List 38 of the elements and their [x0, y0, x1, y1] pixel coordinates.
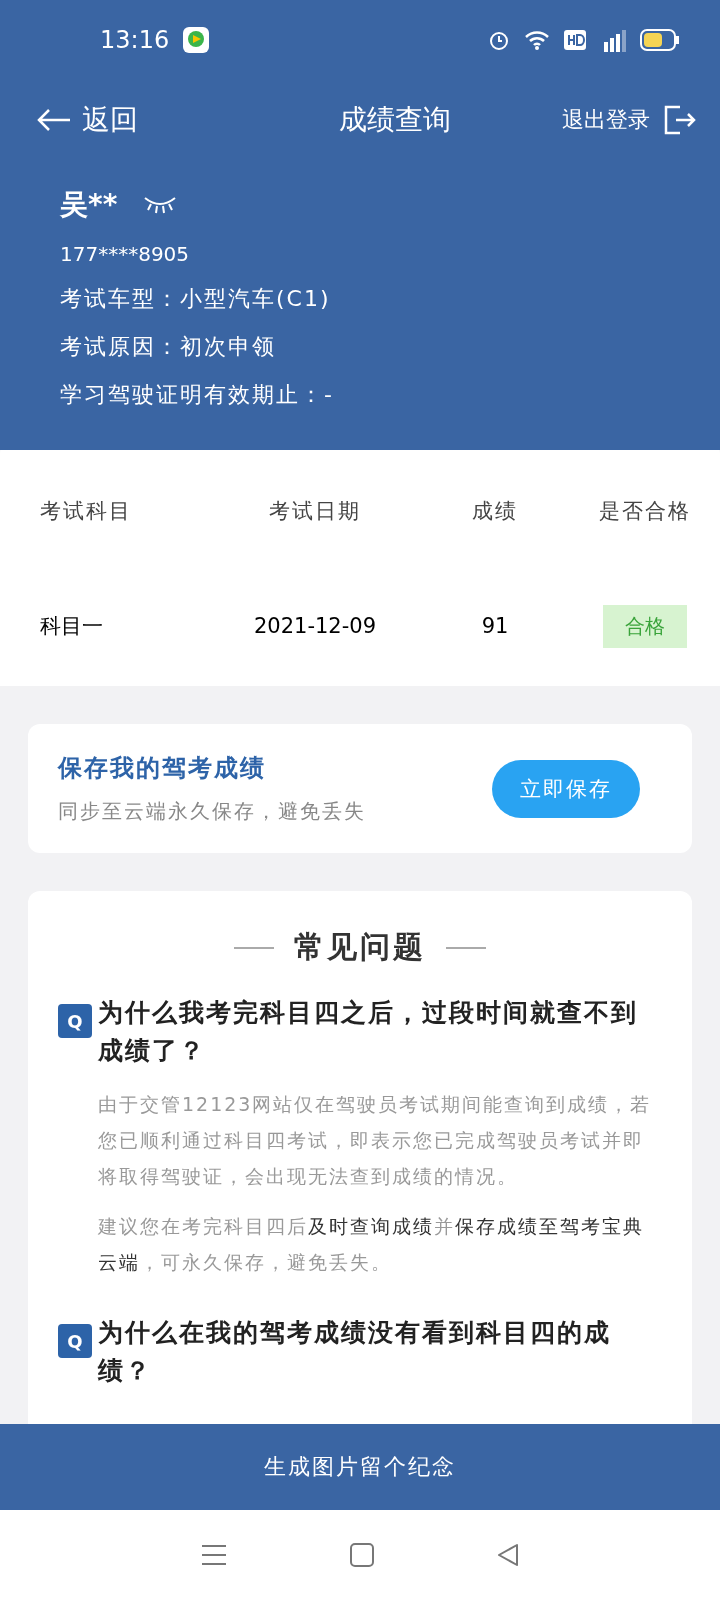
- hd-icon: [564, 30, 586, 50]
- save-title: 保存我的驾考成绩: [58, 753, 267, 784]
- menu-icon[interactable]: [201, 1544, 228, 1566]
- result-badge: 合格: [603, 604, 687, 648]
- table-cell-text: 科目一: [40, 613, 104, 640]
- back-button[interactable]: 返回: [36, 101, 138, 139]
- question-text: 为什么在我的驾考成绩没有看到科目四的成绩？: [98, 1317, 612, 1387]
- closed-eye-icon[interactable]: [143, 195, 178, 215]
- info-line: 考试原因：初次申领: [60, 333, 277, 361]
- column-header: 成绩: [471, 498, 519, 525]
- table-cell-text: 91: [480, 614, 510, 638]
- answer-text: 由于交管12123网站仅在驾驶员考试期间能查询到成绩，若您已顺利通过科目四考试，即表示您已完成驾驶员考试并即将取得驾驶证，会出现无法查到成绩的情况。: [97, 1092, 653, 1189]
- page-title: 成绩查询: [338, 102, 452, 138]
- info-line: 考试车型：小型汽车(C1): [60, 285, 332, 313]
- home-icon[interactable]: [350, 1543, 374, 1567]
- info-line: 学习驾驶证明有效期止：-: [60, 381, 335, 409]
- wifi-icon: [524, 29, 550, 51]
- column-header: 考试日期: [268, 498, 362, 525]
- answer-text: 建议您在考完科目四后及时查询成绩并保存成绩至驾考宝典云端，可永久保存，避免丢失。: [97, 1214, 645, 1275]
- generate-image-button[interactable]: 生成图片留个纪念: [0, 1424, 720, 1510]
- save-subtitle: 同步至云端永久保存，避免丢失: [58, 798, 367, 825]
- alarm-icon: [488, 29, 510, 51]
- question-badge: Q: [58, 1004, 92, 1038]
- battery-icon: [640, 29, 680, 51]
- column-header: 考试科目: [40, 498, 133, 525]
- user-name: 吴**: [60, 187, 118, 223]
- arrow-left-icon: [36, 108, 72, 132]
- phone-number: 177****8905: [60, 242, 191, 266]
- column-header: 是否合格: [599, 498, 691, 525]
- question-badge: Q: [58, 1324, 92, 1358]
- app-icon: [183, 27, 210, 53]
- logout-icon: [664, 105, 696, 135]
- clock: 13:16: [100, 26, 170, 54]
- faq-title: 常见问题: [294, 928, 426, 966]
- question-text: 为什么我考完科目四之后，过段时间就查不到成绩了？: [98, 997, 639, 1067]
- table-cell-text: 2021-12-09: [252, 614, 377, 638]
- back-icon[interactable]: [496, 1543, 519, 1567]
- logout-button[interactable]: 退出登录: [562, 105, 696, 135]
